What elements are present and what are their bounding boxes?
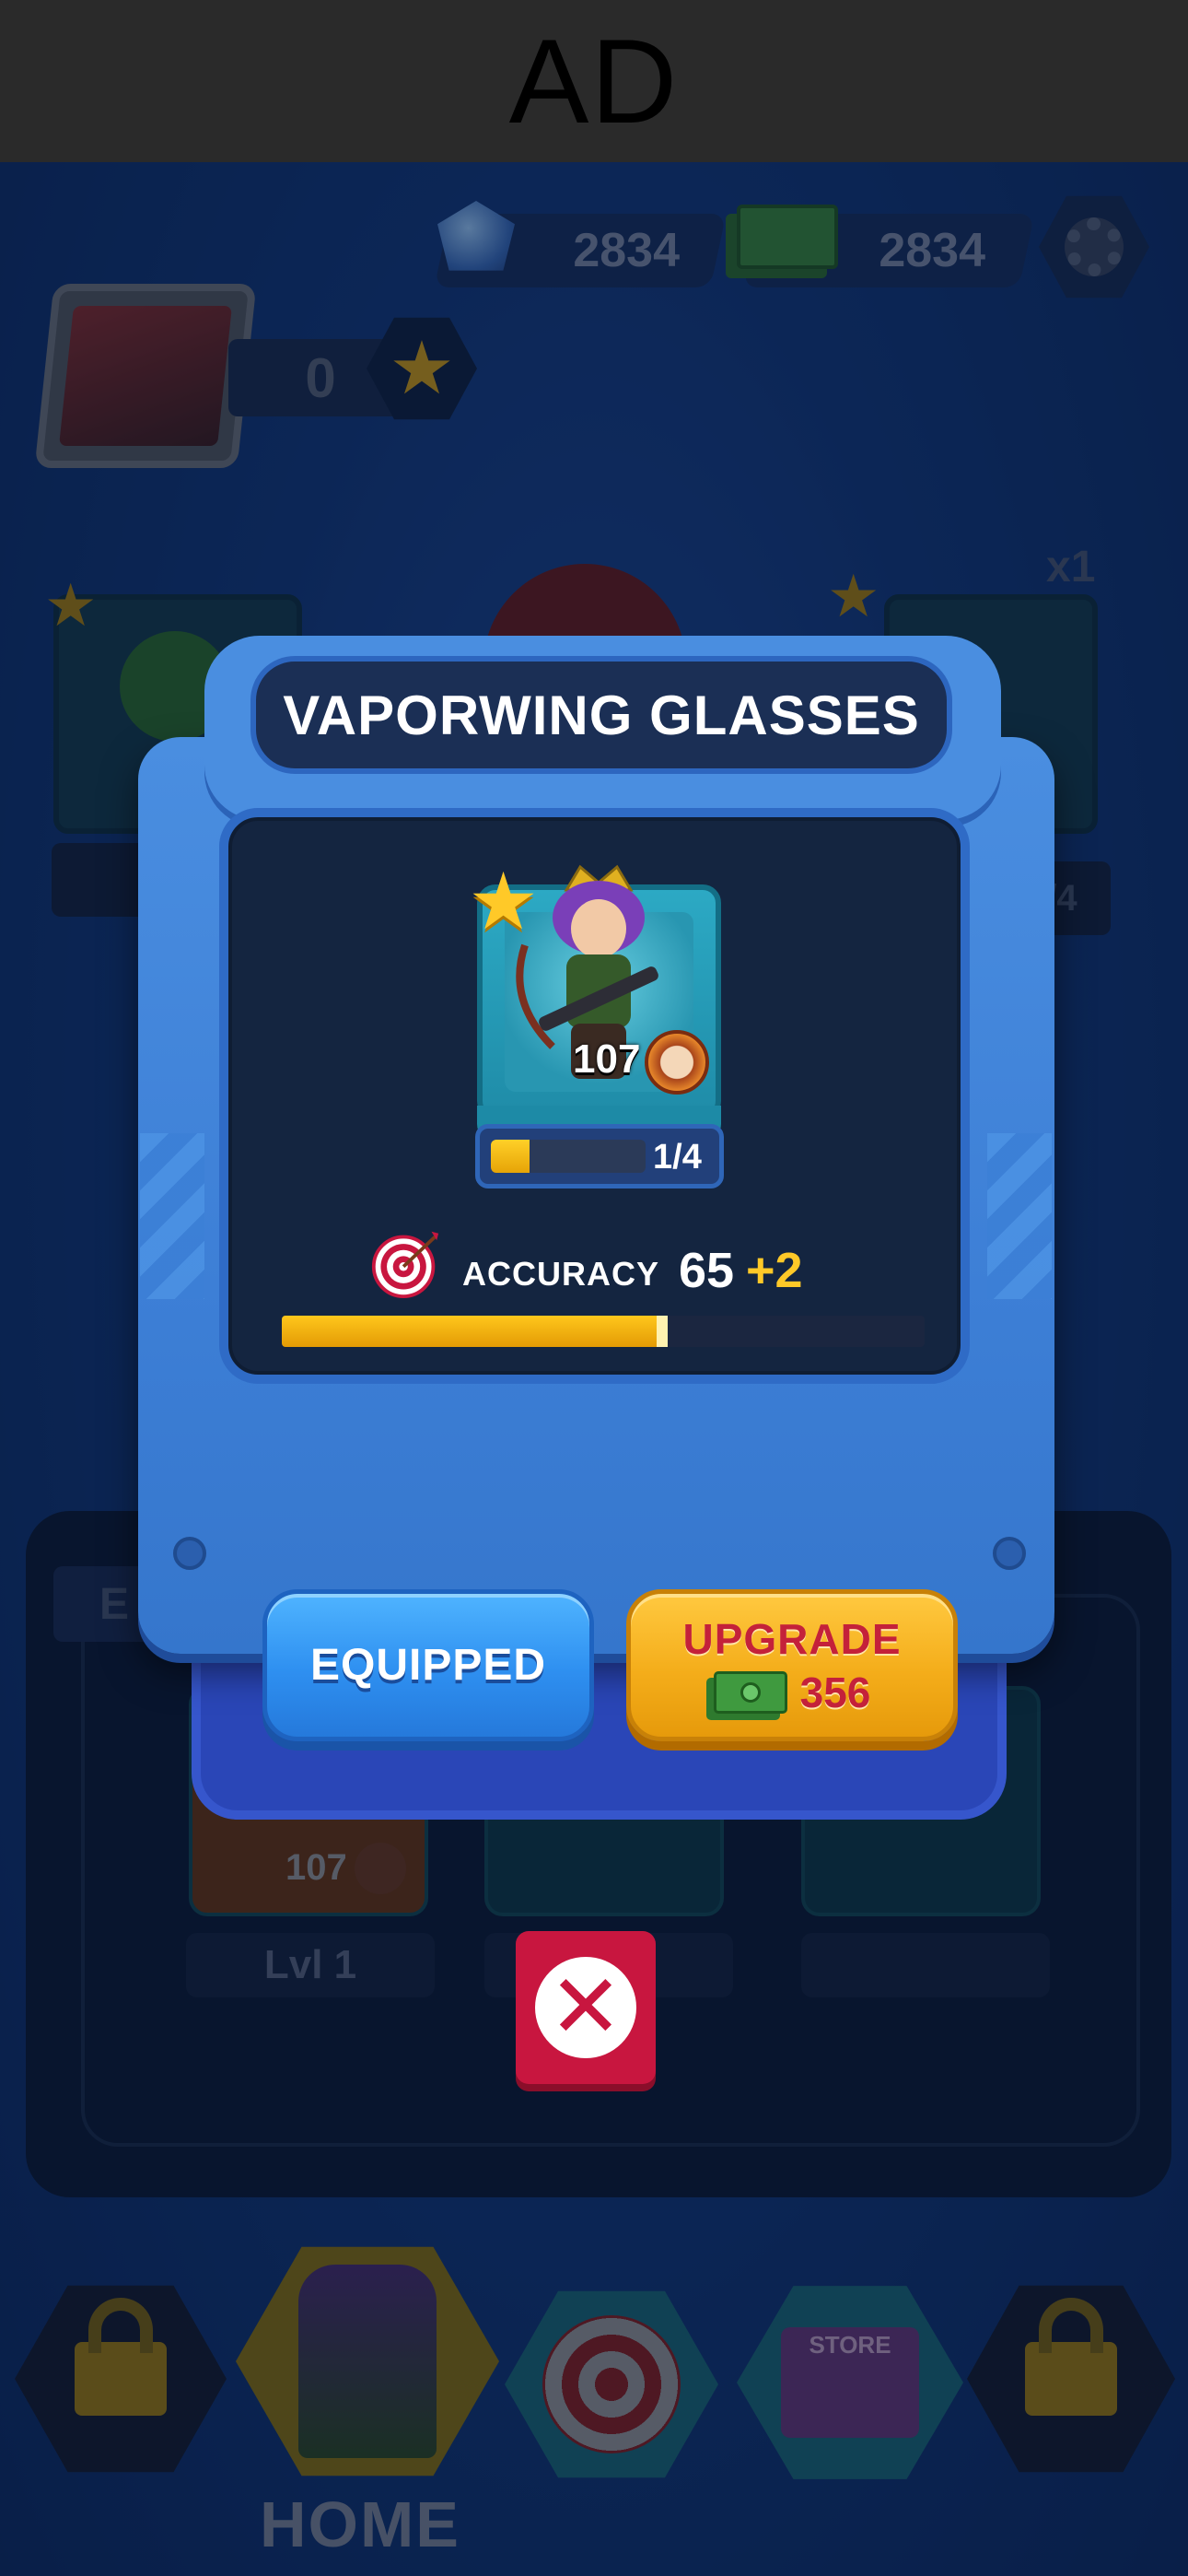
- equipped-button[interactable]: EQUIPPED: [262, 1589, 594, 1741]
- upgrade-cost-value: 356: [799, 1668, 871, 1716]
- stat-name: ACCURACY: [462, 1255, 659, 1293]
- item-progress-text: 1/4: [653, 1138, 702, 1177]
- upgrade-cost: 356: [713, 1668, 871, 1717]
- close-icon: ✕: [548, 1958, 623, 2056]
- stat-bonus: +2: [746, 1243, 803, 1298]
- ad-label: AD: [508, 14, 680, 148]
- rivet-left: [173, 1537, 206, 1570]
- upgrade-button[interactable]: UPGRADE 356: [626, 1589, 958, 1741]
- cash-icon: [713, 1670, 787, 1714]
- close-button[interactable]: ✕: [516, 1931, 656, 2084]
- item-progress-fill: [491, 1140, 530, 1173]
- stat-bar-fill: [282, 1316, 668, 1347]
- modal-title: VAPORWING GLASSES: [283, 684, 920, 746]
- modal-title-plate: VAPORWING GLASSES: [250, 656, 952, 774]
- rivet-right: [993, 1537, 1026, 1570]
- accuracy-target-icon: [371, 1231, 439, 1298]
- modal-stripe-right: [987, 1133, 1052, 1299]
- fist-icon: [645, 1030, 709, 1095]
- item-progress: 1/4: [475, 1124, 724, 1188]
- modal-stripe-left: [140, 1133, 204, 1299]
- stat-bar: [282, 1316, 925, 1347]
- close-icon-bg: ✕: [535, 1957, 636, 2058]
- stat-bar-cap: [656, 1316, 668, 1347]
- item-level: 107: [573, 1036, 641, 1082]
- item-progress-track: [491, 1140, 646, 1173]
- equipped-button-label: EQUIPPED: [309, 1641, 547, 1690]
- ad-banner[interactable]: AD: [0, 0, 1188, 162]
- item-star-icon: ★: [468, 858, 540, 946]
- stat-value: 65: [679, 1243, 735, 1298]
- upgrade-button-label: UPGRADE: [682, 1614, 902, 1663]
